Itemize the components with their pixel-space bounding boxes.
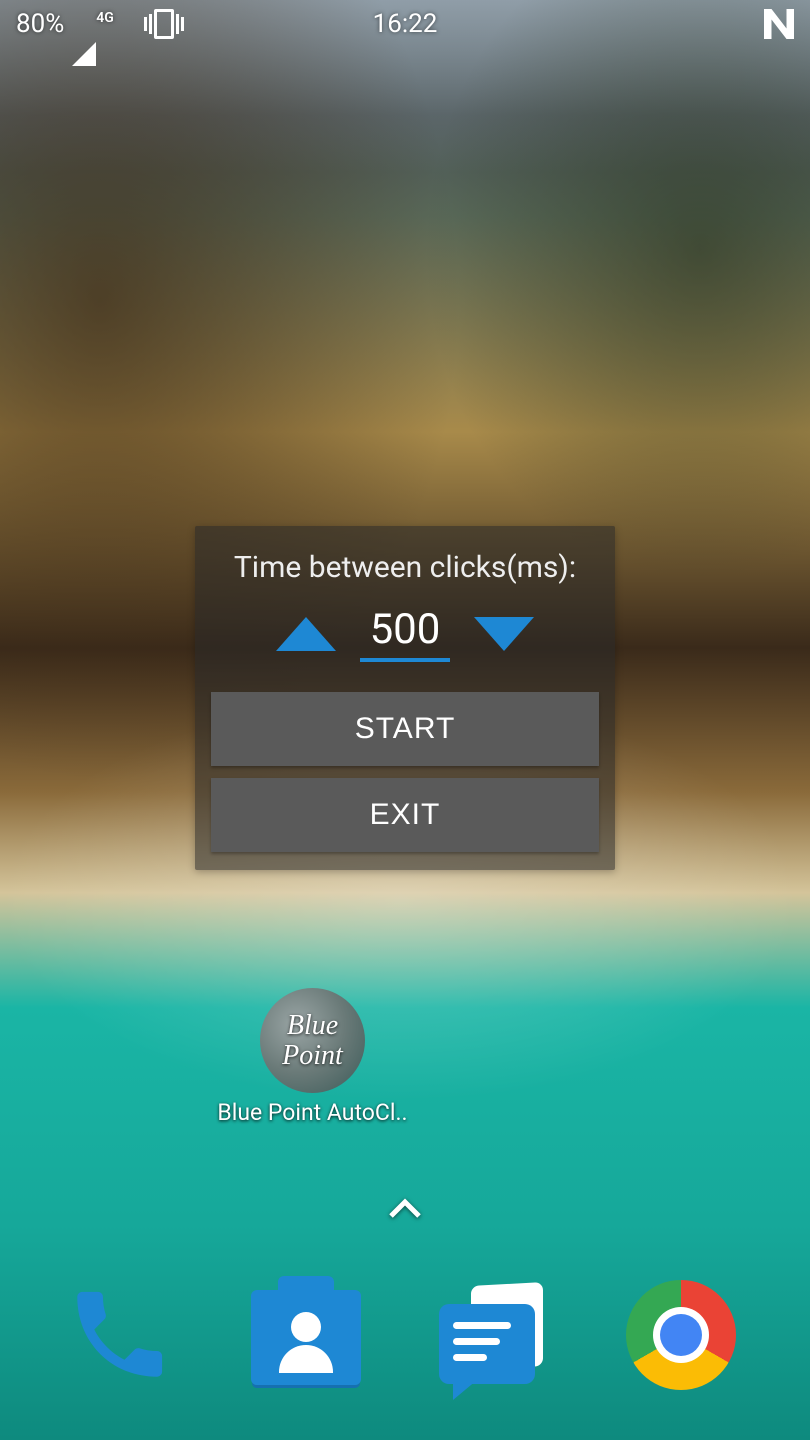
start-button[interactable]: START [211, 692, 599, 766]
signal-icon [72, 12, 96, 66]
app-shortcut-bluepoint[interactable]: Blue Point Blue Point AutoCl.. [235, 988, 390, 1126]
clock: 16:22 [373, 9, 438, 39]
home-screen: 80% 4G 16:22 Time between clicks(ms): 50… [0, 0, 810, 1440]
bluepoint-icon: Blue Point [260, 988, 365, 1093]
interval-label: Time between clicks(ms): [234, 550, 576, 585]
app-shortcut-label: Blue Point AutoCl.. [217, 1099, 407, 1126]
interval-input[interactable]: 500 [360, 605, 450, 662]
contacts-icon [251, 1290, 361, 1385]
chrome-icon [626, 1280, 736, 1390]
contacts-app[interactable] [251, 1280, 371, 1400]
decrement-button[interactable] [474, 617, 534, 651]
phone-icon [64, 1280, 174, 1390]
messages-app[interactable] [439, 1280, 559, 1400]
phone-app[interactable] [64, 1280, 184, 1400]
increment-button[interactable] [276, 617, 336, 651]
status-bar: 80% 4G 16:22 [0, 0, 810, 48]
dock [0, 1260, 810, 1440]
autoclicker-panel: Time between clicks(ms): 500 START EXIT [195, 526, 615, 870]
network-label: 4G [96, 10, 114, 26]
messages-icon [439, 1280, 549, 1390]
chevron-up-icon [385, 1190, 425, 1230]
android-n-icon [764, 9, 794, 39]
battery-percent: 80% [16, 9, 64, 39]
interval-stepper: 500 [276, 605, 534, 662]
vibrate-icon [144, 9, 184, 39]
exit-button[interactable]: EXIT [211, 778, 599, 852]
chrome-app[interactable] [626, 1280, 746, 1400]
app-drawer-handle[interactable] [385, 1190, 425, 1230]
